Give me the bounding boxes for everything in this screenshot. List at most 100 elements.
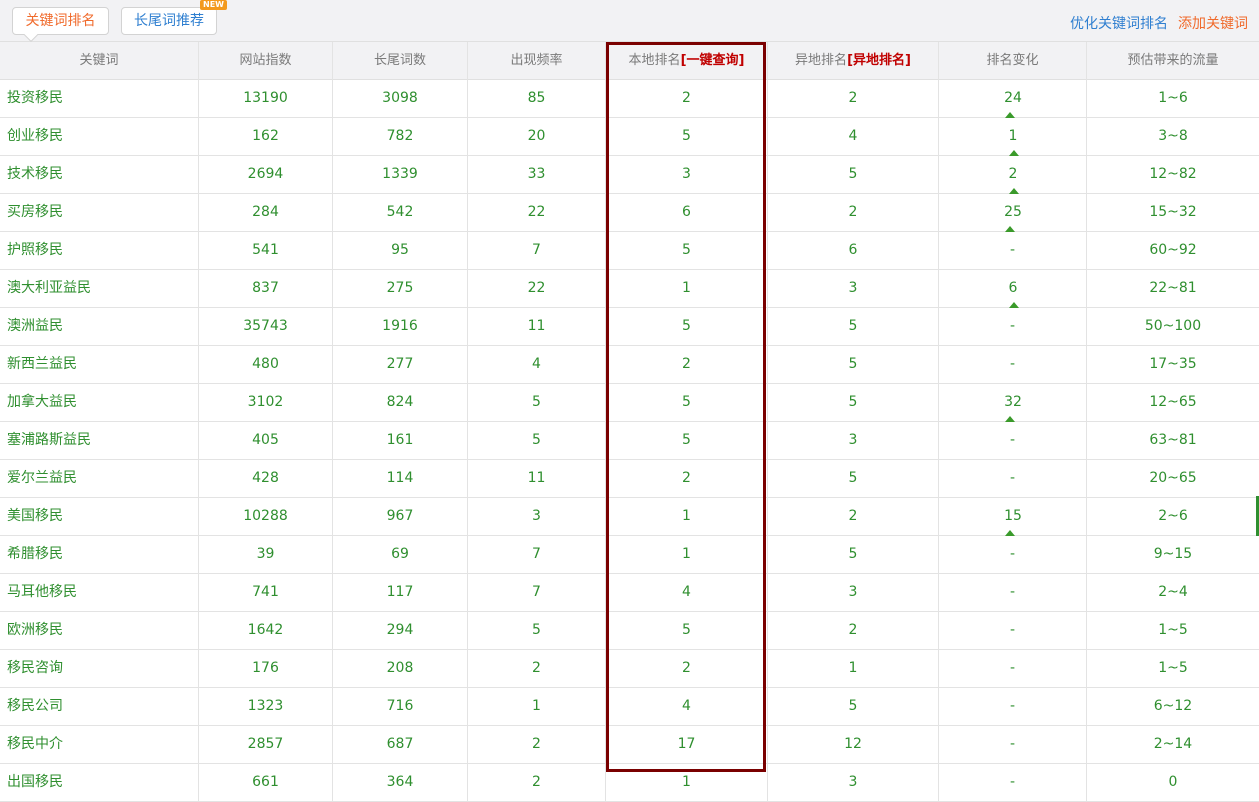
cell-longtail-count-value: 3098 [382, 90, 418, 106]
cell-rank-change: 1 [939, 118, 1087, 161]
cell-remote-rank-value: 5 [848, 166, 858, 182]
cell-longtail-count-value: 782 [386, 128, 414, 144]
cell-longtail-count: 1339 [333, 156, 468, 193]
cell-frequency: 22 [468, 270, 606, 307]
column-header-site-index-label: 网站指数 [239, 53, 292, 68]
cell-keyword[interactable]: 美国移民 [0, 498, 199, 535]
column-header-frequency: 出现频率 [468, 42, 606, 80]
table-row: 美国移民 10288 967 3 1 2 15 2~6 [0, 498, 1259, 541]
one-click-query-link[interactable]: [一键查询] [681, 53, 745, 68]
cell-site-index-value: 284 [252, 204, 279, 220]
cell-keyword-value: 投资移民 [7, 90, 63, 106]
cell-keyword[interactable]: 移民中介 [0, 726, 199, 763]
cell-keyword[interactable]: 加拿大益民 [0, 384, 199, 421]
cell-local-rank: 17 [606, 726, 768, 763]
cell-keyword-value: 欧洲移民 [7, 622, 63, 638]
cell-keyword[interactable]: 马耳他移民 [0, 574, 199, 611]
cell-frequency: 7 [468, 574, 606, 611]
column-header-remote-rank: 异地排名[异地排名] [768, 42, 939, 80]
optimize-keyword-ranking-link[interactable]: 优化关键词排名 [1070, 13, 1168, 33]
tab-longtail-recommend[interactable]: 长尾词推荐 NEW [121, 0, 227, 35]
cell-estimated-traffic-value: 3~8 [1158, 128, 1188, 144]
cell-site-index: 837 [199, 270, 333, 307]
cell-estimated-traffic: 3~8 [1087, 118, 1259, 155]
table-body: 投资移民 13190 3098 85 2 2 24 1~6 创业移民 162 782 20 5 4 1 3~8… [0, 80, 1259, 802]
cell-keyword[interactable]: 技术移民 [0, 156, 199, 193]
cell-frequency-value: 20 [527, 128, 546, 144]
table-row: 移民咨询 176 208 2 2 1 - 1~5 [0, 650, 1259, 688]
cell-keyword[interactable]: 爱尔兰益民 [0, 460, 199, 497]
cell-keyword[interactable]: 移民咨询 [0, 650, 199, 687]
cell-site-index: 284 [199, 194, 333, 231]
cell-keyword[interactable]: 希腊移民 [0, 536, 199, 573]
cell-estimated-traffic-value: 12~82 [1149, 166, 1197, 182]
cell-longtail-count: 161 [333, 422, 468, 459]
cell-keyword-value: 移民咨询 [7, 660, 63, 676]
cell-rank-change: - [939, 422, 1087, 459]
cell-frequency-value: 7 [532, 242, 541, 258]
table-row: 移民公司 1323 716 1 4 5 - 6~12 [0, 688, 1259, 726]
cell-keyword[interactable]: 创业移民 [0, 118, 199, 155]
cell-frequency: 5 [468, 422, 606, 459]
cell-keyword[interactable]: 投资移民 [0, 80, 199, 117]
cell-remote-rank-value: 5 [848, 546, 858, 562]
cell-site-index: 741 [199, 574, 333, 611]
cell-estimated-traffic: 0 [1087, 764, 1259, 801]
table-row: 护照移民 541 95 7 5 6 - 60~92 [0, 232, 1259, 270]
cell-frequency: 1 [468, 688, 606, 725]
cell-remote-rank: 1 [768, 650, 939, 687]
cell-site-index: 541 [199, 232, 333, 269]
cell-keyword[interactable]: 澳大利亚益民 [0, 270, 199, 307]
cell-keyword[interactable]: 移民公司 [0, 688, 199, 725]
cell-longtail-count: 294 [333, 612, 468, 649]
cell-longtail-count-value: 114 [386, 470, 414, 486]
cell-site-index: 35743 [199, 308, 333, 345]
cell-estimated-traffic-value: 2~4 [1158, 584, 1188, 600]
cell-estimated-traffic-value: 2~6 [1158, 508, 1188, 524]
cell-estimated-traffic-value: 63~81 [1149, 432, 1197, 448]
cell-site-index: 162 [199, 118, 333, 155]
cell-keyword[interactable]: 出国移民 [0, 764, 199, 801]
cell-local-rank-value: 5 [682, 394, 691, 410]
cell-keyword[interactable]: 塞浦路斯益民 [0, 422, 199, 459]
cell-local-rank-value: 1 [682, 280, 691, 296]
cell-estimated-traffic-value: 0 [1168, 774, 1178, 790]
cell-site-index: 480 [199, 346, 333, 383]
cell-estimated-traffic: 12~82 [1087, 156, 1259, 193]
cell-local-rank-value: 5 [682, 432, 691, 448]
cell-keyword[interactable]: 欧洲移民 [0, 612, 199, 649]
table-row: 马耳他移民 741 117 7 4 3 - 2~4 [0, 574, 1259, 612]
table-row: 澳大利亚益民 837 275 22 1 3 6 22~81 [0, 270, 1259, 313]
cell-remote-rank-value: 12 [844, 736, 862, 752]
table-row: 创业移民 162 782 20 5 4 1 3~8 [0, 118, 1259, 161]
cell-rank-change: - [939, 232, 1087, 269]
remote-rank-link[interactable]: [异地排名] [847, 53, 911, 68]
cell-estimated-traffic: 15~32 [1087, 194, 1259, 231]
cell-estimated-traffic: 17~35 [1087, 346, 1259, 383]
cell-rank-change: - [939, 688, 1087, 725]
cell-longtail-count-value: 69 [391, 546, 409, 562]
cell-keyword[interactable]: 澳洲益民 [0, 308, 199, 345]
cell-keyword[interactable]: 新西兰益民 [0, 346, 199, 383]
cell-remote-rank-value: 3 [848, 432, 858, 448]
cell-site-index: 405 [199, 422, 333, 459]
cell-remote-rank-value: 6 [848, 242, 858, 258]
cell-longtail-count-value: 117 [386, 584, 414, 600]
cell-local-rank-value: 2 [682, 356, 691, 372]
cell-longtail-count-value: 687 [386, 736, 414, 752]
cell-keyword-value: 护照移民 [7, 242, 63, 258]
table-row: 移民中介 2857 687 2 17 12 - 2~14 [0, 726, 1259, 764]
cell-local-rank: 1 [606, 764, 768, 801]
cell-rank-change: - [939, 574, 1087, 611]
add-keyword-link[interactable]: 添加关键词 [1178, 13, 1248, 33]
cell-keyword-value: 美国移民 [7, 508, 63, 524]
cell-keyword[interactable]: 买房移民 [0, 194, 199, 231]
column-header-rank-change-label: 排名变化 [986, 53, 1039, 68]
cell-rank-change-value: - [1009, 584, 1016, 600]
cell-frequency: 2 [468, 650, 606, 687]
cell-keyword-value: 爱尔兰益民 [7, 470, 77, 486]
cell-longtail-count: 967 [333, 498, 468, 535]
tab-keyword-ranking[interactable]: 关键词排名 [12, 7, 109, 43]
cell-keyword[interactable]: 护照移民 [0, 232, 199, 269]
cell-estimated-traffic-value: 1~5 [1158, 622, 1188, 638]
